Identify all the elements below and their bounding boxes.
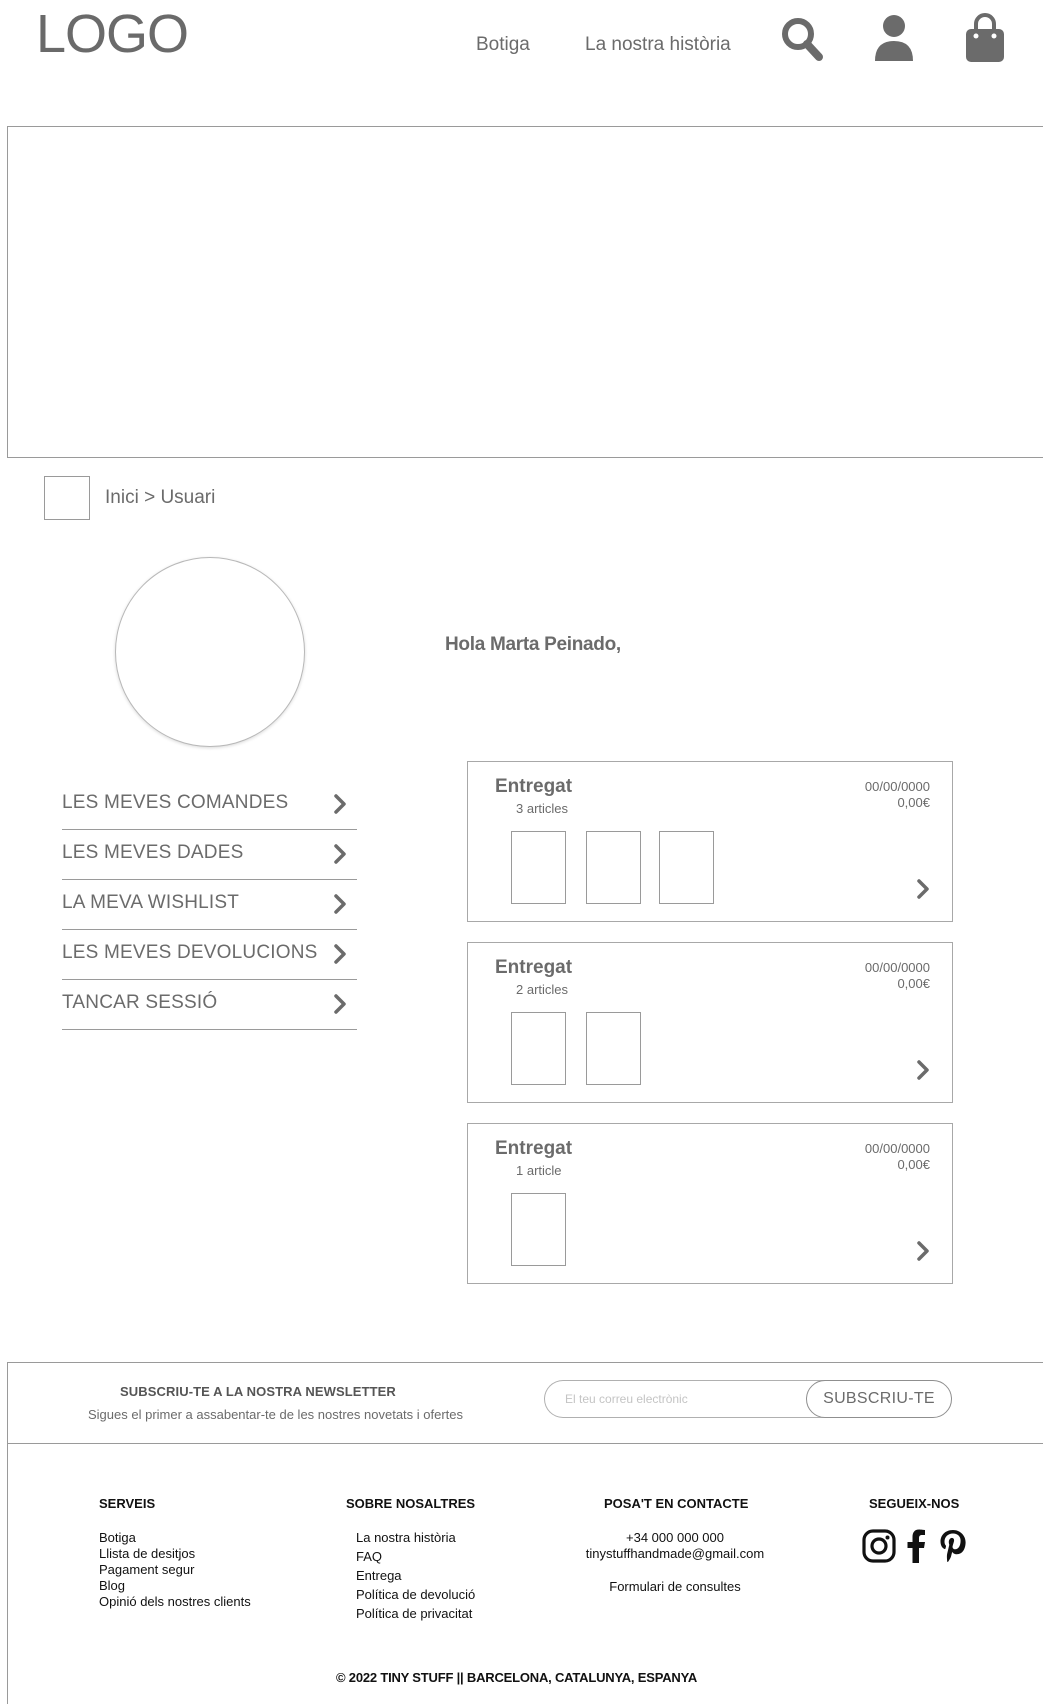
avatar[interactable] [115,557,305,747]
footer-link[interactable]: Opinió dels nostres clients [99,1594,251,1610]
facebook-icon[interactable] [905,1528,927,1569]
product-thumbnail[interactable] [659,831,714,904]
menu-item-les-meves-devolucions[interactable]: LES MEVES DEVOLUCIONS [62,931,357,980]
order-article-count: 1 article [516,1163,562,1178]
chevron-right-icon [333,843,347,870]
menu-item-label: LES MEVES COMANDES [62,792,289,813]
order-card[interactable]: Entregat 1 article 00/00/0000 0,00€ [467,1123,953,1284]
footer-link[interactable]: Pagament segur [99,1562,194,1578]
order-date: 00/00/0000 [864,779,930,794]
order-date: 00/00/0000 [864,960,930,975]
menu-item-label: LES MEVES DEVOLUCIONS [62,942,318,963]
order-date: 00/00/0000 [864,1141,930,1156]
search-icon[interactable] [780,16,824,67]
newsletter-title: SUBSCRIU-TE A LA NOSTRA NEWSLETTER [120,1384,396,1399]
nav-link-la-nostra-historia[interactable]: La nostra història [585,33,731,57]
contact-form-link[interactable]: Formulari de consultes [560,1579,790,1595]
product-thumbnail[interactable] [586,1012,641,1085]
footer-heading-contacte: POSA'T EN CONTACTE [604,1496,749,1511]
footer-link[interactable]: Botiga [99,1530,136,1546]
order-status: Entregat [495,957,573,978]
footer-link[interactable]: Política de privacitat [356,1606,472,1622]
footer-heading-sobre-nosaltres: SOBRE NOSALTRES [346,1496,476,1511]
instagram-icon[interactable] [861,1528,897,1569]
footer-link[interactable]: La nostra història [356,1530,456,1546]
order-article-count: 3 articles [516,801,569,816]
order-article-count: 2 articles [516,982,569,997]
logo[interactable]: LOGO [36,2,189,66]
order-price: 0,00€ [897,1157,930,1172]
copyright: © 2022 TINY STUFF || BARCELONA, CATALUNY… [336,1670,698,1685]
footer-link[interactable]: Política de devolució [356,1587,475,1603]
menu-item-tancar-sessio[interactable]: TANCAR SESSIÓ [62,981,357,1030]
order-price: 0,00€ [897,976,930,991]
menu-item-les-meves-dades[interactable]: LES MEVES DADES [62,831,357,880]
chevron-right-icon[interactable] [916,1240,930,1267]
menu-item-la-meva-wishlist[interactable]: LA MEVA WISHLIST [62,881,357,930]
newsletter-subtitle: Sigues el primer a assabentar-te de les … [88,1407,464,1422]
footer-heading-serveis: SERVEIS [99,1496,156,1511]
user-icon[interactable] [872,13,916,68]
chevron-right-icon [333,793,347,820]
footer-link[interactable]: Llista de desitjos [99,1546,195,1562]
order-status: Entregat [495,776,573,797]
order-card[interactable]: Entregat 2 articles 00/00/0000 0,00€ [467,942,953,1103]
product-thumbnail[interactable] [511,1193,566,1266]
nav-link-botiga[interactable]: Botiga [476,33,530,57]
chevron-right-icon [333,893,347,920]
order-price: 0,00€ [897,795,930,810]
contact-phone[interactable]: +34 000 000 000 [560,1530,790,1546]
order-status: Entregat [495,1138,573,1159]
footer-link[interactable]: FAQ [356,1549,382,1565]
product-thumbnail[interactable] [511,1012,566,1085]
chevron-right-icon[interactable] [916,1059,930,1086]
product-thumbnail[interactable] [511,831,566,904]
pinterest-icon[interactable] [937,1527,969,1570]
order-card[interactable]: Entregat 3 articles 00/00/0000 0,00€ [467,761,953,922]
breadcrumb-home-box[interactable] [44,476,90,520]
shopping-bag-icon[interactable] [963,12,1007,69]
menu-item-label: LA MEVA WISHLIST [62,892,240,913]
chevron-right-icon [333,993,347,1020]
chevron-right-icon [333,943,347,970]
menu-item-les-meves-comandes[interactable]: LES MEVES COMANDES [62,781,357,830]
menu-item-label: LES MEVES DADES [62,842,244,863]
menu-item-label: TANCAR SESSIÓ [62,992,218,1013]
footer-link[interactable]: Blog [99,1578,125,1594]
chevron-right-icon[interactable] [916,878,930,905]
newsletter-email-input[interactable] [544,1380,829,1418]
footer-heading-segueix-nos: SEGUEIX-NOS [869,1496,960,1511]
product-thumbnail[interactable] [586,831,641,904]
contact-email[interactable]: tinystuffhandmade@gmail.com [560,1546,790,1562]
breadcrumb[interactable]: Inici > Usuari [105,487,215,509]
greeting: Hola Marta Peinado, [445,634,621,655]
hero-banner [7,126,1043,458]
footer-link[interactable]: Entrega [356,1568,402,1584]
subscribe-button[interactable]: SUBSCRIU-TE [806,1380,952,1418]
